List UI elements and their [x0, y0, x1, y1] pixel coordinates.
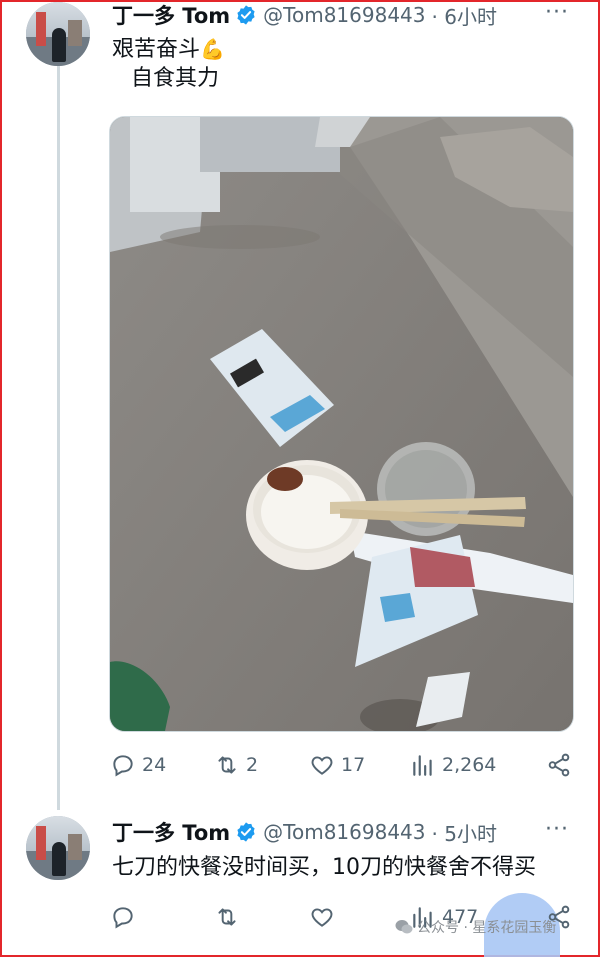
verified-badge-icon: [237, 5, 255, 25]
reply-count: 24: [142, 754, 167, 776]
retweet-button[interactable]: [214, 904, 246, 930]
tweet-header: 丁一多 Tom @Tom81698443 · 6小时: [112, 0, 497, 30]
reply-icon: [113, 755, 133, 777]
more-icon[interactable]: ···: [545, 0, 569, 25]
like-count: 17: [341, 754, 366, 776]
watermark-text: 公众号 · 星系花园玉衡: [417, 920, 557, 936]
display-name[interactable]: 丁一多 Tom: [112, 817, 230, 847]
tweet-photo[interactable]: [109, 116, 574, 732]
retweet-icon: [218, 908, 236, 926]
handle[interactable]: @Tom81698443: [263, 820, 425, 844]
like-button[interactable]: 17: [309, 752, 365, 778]
retweet-button[interactable]: 2: [214, 752, 258, 778]
timestamp[interactable]: · 5小时: [432, 818, 497, 847]
handle[interactable]: @Tom81698443: [263, 3, 425, 27]
share-button[interactable]: [546, 752, 578, 778]
muscle-emoji-icon: 💪: [200, 37, 225, 61]
reply-button[interactable]: 24: [110, 752, 166, 778]
tweet-text-line2: 自食其力: [131, 66, 220, 91]
watermark: 公众号 · 星系花园玉衡: [395, 917, 556, 937]
wechat-icon: [395, 920, 413, 934]
thread-connector-line: [57, 66, 60, 810]
tweet-header: 丁一多 Tom @Tom81698443 · 5小时: [112, 817, 497, 847]
more-icon[interactable]: ···: [545, 817, 569, 842]
views-button[interactable]: 2,264: [410, 752, 496, 778]
photo-content: [110, 117, 573, 731]
reply-button[interactable]: [110, 904, 142, 930]
reply-icon: [113, 907, 133, 929]
tweet1-actions: 24 2 17 2,264: [110, 752, 580, 782]
verified-badge-icon: [237, 822, 255, 842]
tweet-text-line1: 艰苦奋斗: [112, 37, 201, 62]
retweet-icon: [218, 756, 236, 774]
views-icon: [413, 755, 432, 776]
timestamp[interactable]: · 6小时: [432, 1, 497, 30]
like-icon: [311, 908, 333, 927]
display-name[interactable]: 丁一多 Tom: [112, 0, 230, 30]
avatar[interactable]: [26, 816, 90, 880]
retweet-count: 2: [246, 754, 259, 776]
like-icon: [311, 756, 333, 775]
like-button[interactable]: [309, 904, 341, 930]
tweet-text: 艰苦奋斗💪: [112, 34, 225, 65]
avatar[interactable]: [26, 2, 90, 66]
views-count: 2,264: [442, 754, 497, 776]
share-icon: [548, 753, 570, 777]
tweet-text: 七刀的快餐没时间买，10刀的快餐舍不得买: [112, 855, 536, 880]
